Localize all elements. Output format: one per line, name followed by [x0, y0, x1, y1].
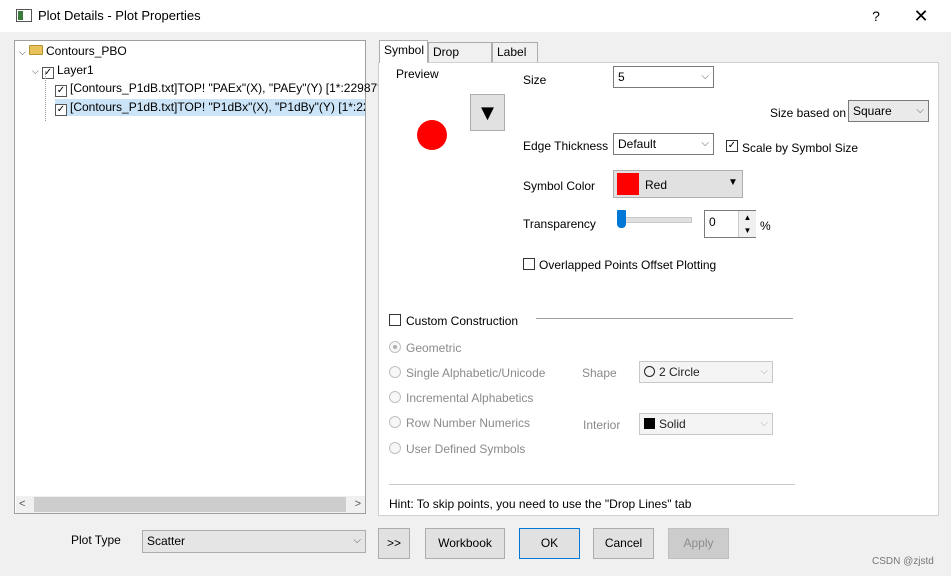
window-title: Plot Details - Plot Properties [38, 8, 201, 23]
color-swatch [617, 173, 639, 195]
tab-drop-lines[interactable]: Drop Lines [428, 42, 492, 77]
tree-root-label: Contours_PBO [46, 44, 127, 58]
size-based-on-label: Size based on [770, 106, 847, 120]
chevron-down-icon[interactable]: ⌵ [32, 63, 42, 80]
chevron-down-icon: ⌵ [701, 71, 709, 82]
radio-incremental-alphabetics[interactable] [389, 391, 401, 403]
edge-thickness-combo[interactable]: Default ⌵ [613, 133, 714, 155]
ok-button[interactable]: OK [519, 528, 580, 559]
transparency-value[interactable]: 0 [709, 215, 716, 229]
tree-node-root[interactable]: ⌵ Contours_PBO [19, 43, 127, 60]
chevron-down-icon: ⌵ [760, 366, 768, 377]
symbol-color-label: Symbol Color [523, 179, 596, 193]
edge-thickness-value: Default [618, 137, 657, 151]
symbol-gallery-button[interactable]: ▼ [470, 94, 505, 131]
tree-layer-label: Layer1 [57, 63, 94, 77]
tab-label[interactable]: Label [492, 42, 538, 62]
radio-user-defined-symbols[interactable] [389, 442, 401, 454]
folder-icon [29, 45, 43, 55]
custom-construction-label: Custom Construction [406, 314, 519, 328]
chevron-down-icon[interactable]: ⌵ [19, 44, 29, 61]
edge-thickness-label: Edge Thickness [523, 139, 609, 153]
group-divider [536, 318, 793, 319]
close-button[interactable]: ✕ [908, 5, 934, 27]
plot-type-label: Plot Type [71, 533, 121, 547]
size-combo[interactable]: 5 ⌵ [613, 66, 714, 88]
plot-type-value: Scatter [147, 534, 186, 548]
chevron-down-icon: ⌵ [760, 418, 768, 429]
tree-item-label: [Contours_P1dB.txt]TOP! "P1dBx"(X), "P1d… [70, 100, 365, 114]
title-bar: Plot Details - Plot Properties ? ✕ [0, 0, 951, 32]
chevron-down-icon: ⌵ [701, 138, 709, 149]
expand-button[interactable]: >> [378, 528, 410, 559]
transparency-spinner[interactable]: 0 ▲ ▼ [704, 210, 756, 238]
preview-label: Preview [396, 67, 439, 81]
symbol-preview-circle [417, 120, 447, 150]
scale-by-symbol-size-label: Scale by Symbol Size [742, 141, 859, 155]
shape-value: 2 Circle [659, 365, 700, 379]
radio-single-alphabetic[interactable] [389, 366, 401, 378]
overlapped-points-label: Overlapped Points Offset Plotting [539, 258, 717, 272]
size-based-on-value: Square [853, 104, 892, 118]
radio-geometric[interactable] [389, 341, 401, 353]
symbol-color-value: Red [645, 178, 668, 192]
transparency-label: Transparency [523, 217, 596, 231]
hint-text: Hint: To skip points, you need to use th… [389, 497, 692, 511]
app-icon [16, 9, 32, 22]
shape-combo[interactable]: 2 Circle ⌵ [639, 361, 773, 383]
plot-tree[interactable]: ⌵ Contours_PBO ⌵ ✓ Layer1 ✓ [Contours_P1dB.t… [14, 40, 382, 514]
overlapped-points-checkbox[interactable] [523, 258, 535, 270]
tree-item-plot-selected[interactable]: ✓ [Contours_P1dB.txt]TOP! "P1dBx"(X), "P1… [55, 99, 365, 116]
size-based-on-combo[interactable]: Square ⌵ [848, 100, 929, 122]
option-row-number-numerics-label: Row Number Numerics [406, 416, 531, 430]
scale-by-symbol-size-checkbox[interactable]: ✓ [726, 140, 738, 152]
transparency-slider-thumb[interactable] [617, 210, 626, 228]
hint-divider [389, 484, 795, 485]
interior-combo[interactable]: Solid ⌵ [639, 413, 773, 435]
interior-value: Solid [659, 417, 686, 431]
shape-label: Shape [582, 366, 617, 380]
chevron-down-icon: ⌵ [916, 105, 924, 116]
size-label: Size [523, 73, 547, 87]
watermark: CSDN @zjstd [872, 556, 934, 567]
tree-item-label: [Contours_P1dB.txt]TOP! "PAEx"(X), "PAEy… [70, 81, 382, 95]
tree-item-plot[interactable]: ✓ [Contours_P1dB.txt]TOP! "PAEx"(X), "PAE… [55, 80, 382, 97]
option-user-defined-symbols-label: User Defined Symbols [406, 442, 526, 456]
scroll-right-icon[interactable]: > [355, 496, 361, 513]
tree-guide-line [45, 71, 47, 121]
solid-fill-icon [644, 418, 655, 429]
tab-symbol[interactable]: Symbol [379, 40, 428, 63]
triangle-down-icon: ▼ [728, 177, 738, 188]
option-geometric-label: Geometric [406, 341, 462, 355]
transparency-unit: % [760, 219, 771, 233]
tree-node-layer[interactable]: ⌵ ✓ Layer1 [32, 62, 94, 79]
symbol-color-combo[interactable]: Red ▼ [613, 170, 743, 198]
chevron-down-icon: ⌵ [353, 535, 361, 546]
size-value: 5 [618, 70, 625, 84]
radio-row-number-numerics[interactable] [389, 416, 401, 428]
plot-type-combo[interactable]: Scatter ⌵ [142, 530, 366, 553]
option-incremental-alphabetics-label: Incremental Alphabetics [406, 391, 534, 405]
layer-checkbox[interactable]: ✓ [42, 67, 54, 79]
help-button[interactable]: ? [866, 6, 886, 26]
plot-checkbox[interactable]: ✓ [55, 85, 67, 97]
spin-up-icon[interactable]: ▲ [738, 211, 756, 224]
scroll-left-icon[interactable]: < [19, 496, 25, 513]
tree-horizontal-scrollbar[interactable]: < > [16, 496, 365, 513]
interior-label: Interior [583, 418, 621, 432]
option-single-alphabetic-label: Single Alphabetic/Unicode [406, 366, 546, 380]
triangle-down-icon: ▼ [476, 100, 499, 125]
plot-checkbox[interactable]: ✓ [55, 104, 67, 116]
cancel-button[interactable]: Cancel [593, 528, 654, 559]
apply-button[interactable]: Apply [668, 528, 729, 559]
transparency-slider-track[interactable] [622, 217, 692, 223]
custom-construction-checkbox[interactable] [389, 314, 401, 326]
circle-icon [644, 366, 655, 377]
scrollbar-thumb[interactable] [34, 497, 346, 512]
spin-down-icon[interactable]: ▼ [738, 224, 756, 237]
workbook-button[interactable]: Workbook [425, 528, 505, 559]
